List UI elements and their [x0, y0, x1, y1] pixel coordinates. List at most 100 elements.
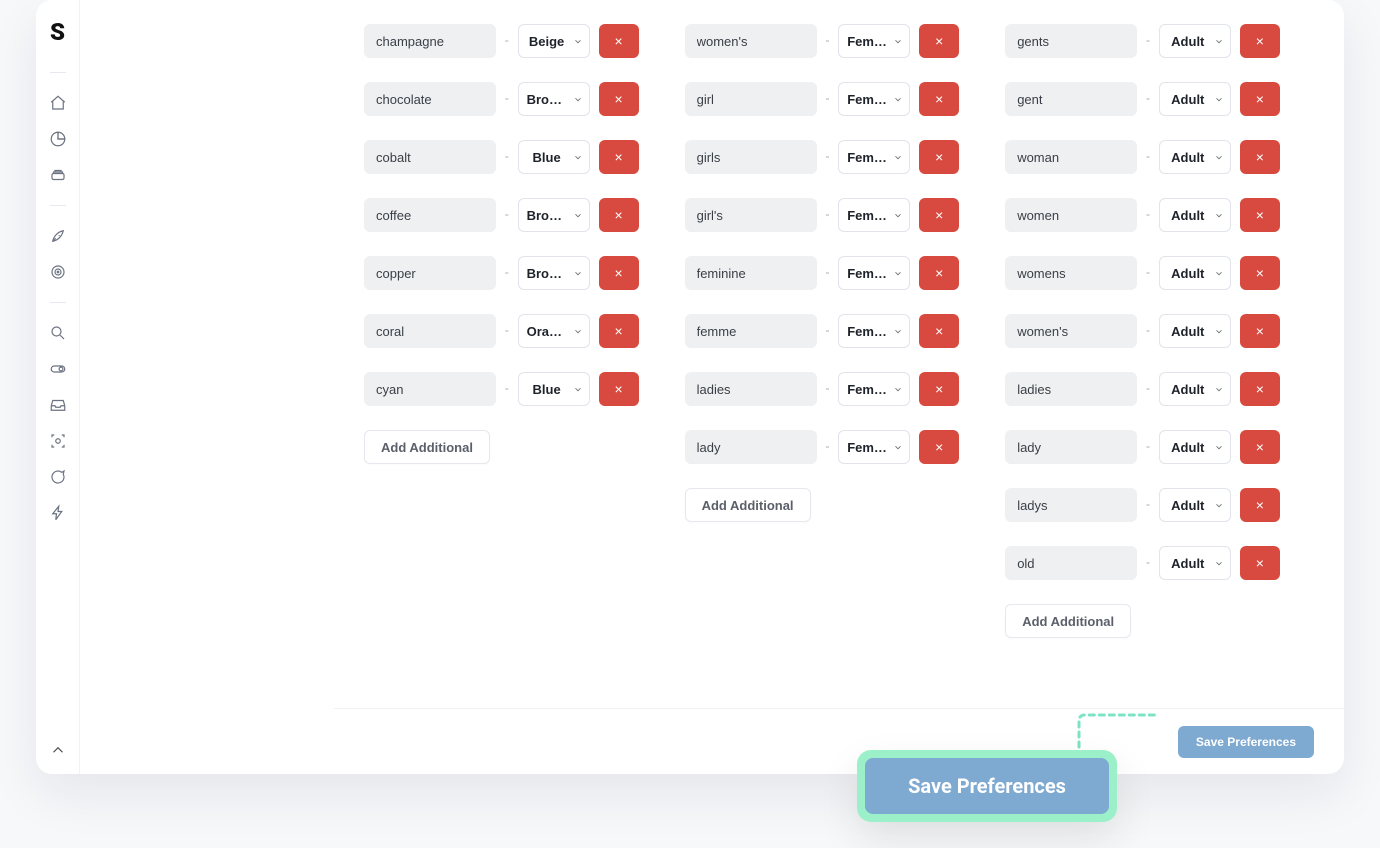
close-icon: × [935, 323, 943, 339]
mapping-value-select[interactable]: Female [838, 372, 910, 406]
delete-mapping-button[interactable]: × [599, 140, 639, 174]
collapse-sidebar-icon[interactable] [48, 740, 68, 760]
rocket-icon[interactable] [48, 226, 68, 246]
mapping-value-select[interactable]: Brown [518, 256, 590, 290]
mapping-value-select[interactable]: Adult [1159, 372, 1231, 406]
delete-mapping-button[interactable]: × [919, 372, 959, 406]
mapping-value-select[interactable]: Female [838, 24, 910, 58]
mapping-value-select[interactable]: Female [838, 256, 910, 290]
target-icon[interactable] [48, 262, 68, 282]
mapping-value-select[interactable]: Adult [1159, 314, 1231, 348]
delete-mapping-button[interactable]: × [919, 430, 959, 464]
delete-mapping-button[interactable]: × [919, 24, 959, 58]
delete-mapping-button[interactable]: × [1240, 314, 1280, 348]
toggle-icon[interactable] [48, 359, 68, 379]
delete-mapping-button[interactable]: × [1240, 256, 1280, 290]
add-additional-button[interactable]: Add Additional [364, 430, 490, 464]
mapping-term-input[interactable] [685, 140, 817, 174]
delete-mapping-button[interactable]: × [599, 24, 639, 58]
mapping-value-select[interactable]: Adult [1159, 488, 1231, 522]
mapping-term-input[interactable] [1005, 82, 1137, 116]
mapping-value-select[interactable]: Beige [518, 24, 590, 58]
mapping-term-input[interactable] [364, 140, 496, 174]
save-preferences-callout-button[interactable]: Save Preferences [865, 758, 1109, 814]
bolt-icon[interactable] [48, 503, 68, 523]
mapping-term-input[interactable] [685, 314, 817, 348]
delete-mapping-button[interactable]: × [1240, 546, 1280, 580]
mapping-term-input[interactable] [685, 24, 817, 58]
mapping-dash: - [1146, 208, 1150, 223]
delete-mapping-button[interactable]: × [1240, 140, 1280, 174]
mapping-value-select[interactable]: Female [838, 82, 910, 116]
mapping-value-select[interactable]: Blue [518, 372, 590, 406]
mapping-dash: - [826, 150, 830, 165]
mapping-term-input[interactable] [1005, 546, 1137, 580]
mapping-select-wrap: Adult [1159, 256, 1231, 290]
mapping-value-select[interactable]: Adult [1159, 546, 1231, 580]
mapping-term-input[interactable] [1005, 372, 1137, 406]
close-icon: × [935, 33, 943, 49]
delete-mapping-button[interactable]: × [1240, 488, 1280, 522]
delete-mapping-button[interactable]: × [1240, 24, 1280, 58]
delete-mapping-button[interactable]: × [1240, 430, 1280, 464]
mapping-term-input[interactable] [1005, 140, 1137, 174]
mapping-value-select[interactable]: Brown [518, 198, 590, 232]
delete-mapping-button[interactable]: × [599, 82, 639, 116]
mapping-value-select[interactable]: Blue [518, 140, 590, 174]
add-additional-button[interactable]: Add Additional [685, 488, 811, 522]
save-preferences-button[interactable]: Save Preferences [1178, 726, 1314, 758]
delete-mapping-button[interactable]: × [599, 372, 639, 406]
mapping-term-input[interactable] [364, 82, 496, 116]
delete-mapping-button[interactable]: × [919, 198, 959, 232]
delete-mapping-button[interactable]: × [919, 256, 959, 290]
mapping-term-input[interactable] [1005, 256, 1137, 290]
mapping-value-select[interactable]: Adult [1159, 198, 1231, 232]
mapping-term-input[interactable] [364, 24, 496, 58]
mapping-term-input[interactable] [685, 372, 817, 406]
mapping-dash: - [1146, 266, 1150, 281]
mapping-value-select[interactable]: Adult [1159, 82, 1231, 116]
delete-mapping-button[interactable]: × [599, 256, 639, 290]
mapping-term-input[interactable] [685, 82, 817, 116]
chat-icon[interactable] [48, 467, 68, 487]
mapping-value-select[interactable]: Adult [1159, 256, 1231, 290]
mapping-term-input[interactable] [364, 256, 496, 290]
delete-mapping-button[interactable]: × [919, 82, 959, 116]
delete-mapping-button[interactable]: × [919, 314, 959, 348]
mapping-term-input[interactable] [1005, 198, 1137, 232]
delete-mapping-button[interactable]: × [919, 140, 959, 174]
mapping-term-input[interactable] [685, 430, 817, 464]
delete-mapping-button[interactable]: × [599, 314, 639, 348]
mapping-value-select[interactable]: Female [838, 140, 910, 174]
stack-icon[interactable] [48, 165, 68, 185]
inbox-icon[interactable] [48, 395, 68, 415]
delete-mapping-button[interactable]: × [1240, 82, 1280, 116]
mapping-value-select[interactable]: Female [838, 430, 910, 464]
mapping-value-select[interactable]: Orange [518, 314, 590, 348]
mapping-term-input[interactable] [1005, 24, 1137, 58]
pie-chart-icon[interactable] [48, 129, 68, 149]
mapping-term-input[interactable] [364, 372, 496, 406]
mapping-value-select[interactable]: Adult [1159, 140, 1231, 174]
mapping-value-select[interactable]: Female [838, 198, 910, 232]
delete-mapping-button[interactable]: × [599, 198, 639, 232]
mapping-term-input[interactable] [1005, 430, 1137, 464]
mapping-value-select[interactable]: Brown [518, 82, 590, 116]
scan-icon[interactable] [48, 431, 68, 451]
mapping-value-select[interactable]: Adult [1159, 430, 1231, 464]
mapping-term-input[interactable] [364, 198, 496, 232]
mapping-value-select[interactable]: Female [838, 314, 910, 348]
mapping-term-input[interactable] [685, 198, 817, 232]
app-frame: S [36, 0, 1344, 774]
search-icon[interactable] [48, 323, 68, 343]
mapping-term-input[interactable] [1005, 488, 1137, 522]
delete-mapping-button[interactable]: × [1240, 198, 1280, 232]
mapping-term-input[interactable] [685, 256, 817, 290]
home-icon[interactable] [48, 93, 68, 113]
add-additional-button[interactable]: Add Additional [1005, 604, 1131, 638]
delete-mapping-button[interactable]: × [1240, 372, 1280, 406]
mapping-term-input[interactable] [1005, 314, 1137, 348]
mapping-value-select[interactable]: Adult [1159, 24, 1231, 58]
mapping-term-input[interactable] [364, 314, 496, 348]
mapping-select-wrap: Female [838, 314, 910, 348]
